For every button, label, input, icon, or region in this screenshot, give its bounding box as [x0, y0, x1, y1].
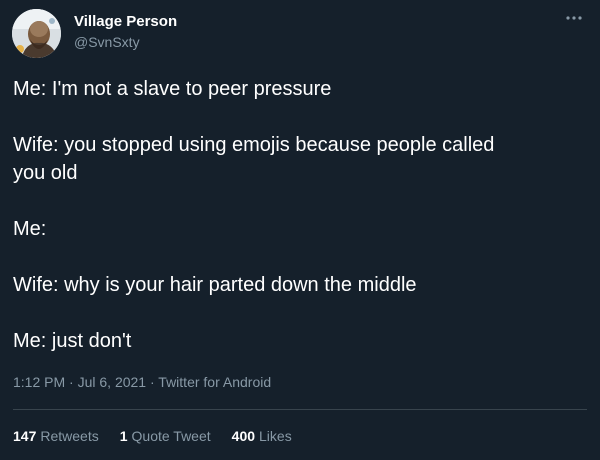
likes-count: 400	[231, 428, 256, 444]
tweet-text-line: Me: I'm not a slave to peer pressure	[13, 78, 332, 100]
tweet-source[interactable]: Twitter for Android	[158, 374, 271, 390]
quote-label: Quote Tweet	[131, 428, 211, 444]
tweet-time[interactable]: 1:12 PM	[13, 374, 65, 390]
user-handle[interactable]: @SvnSxty	[74, 34, 140, 50]
tweet-text-line: you old	[13, 162, 78, 184]
more-options-button[interactable]	[560, 8, 588, 28]
likes-stat[interactable]: 400 Likes	[232, 428, 292, 444]
tweet-text-line: Me:	[13, 218, 47, 240]
retweets-label: Retweets	[40, 428, 99, 444]
retweets-stat[interactable]: 147 Retweets	[13, 428, 99, 444]
display-name[interactable]: Village Person	[74, 13, 177, 30]
engagement-stats: 147 Retweets 1 Quote Tweet 400 Likes	[13, 428, 313, 444]
likes-label: Likes	[259, 428, 292, 444]
retweets-count: 147	[13, 428, 37, 444]
divider	[13, 409, 587, 410]
avatar-photo-icon	[12, 9, 61, 58]
tweet-text-line: Me: just don't	[13, 330, 132, 352]
quote-tweets-stat[interactable]: 1 Quote Tweet	[120, 428, 211, 444]
quote-count: 1	[119, 428, 128, 444]
tweet-text-line: Wife: why is your hair parted down the m…	[13, 274, 417, 296]
tweet-date[interactable]: Jul 6, 2021	[78, 374, 147, 390]
tweet-metadata: 1:12 PM · Jul 6, 2021 · Twitter for Andr…	[13, 374, 271, 390]
more-horizontal-icon	[566, 16, 582, 20]
avatar[interactable]	[12, 9, 61, 58]
tweet-card: Village Person @SvnSxty Me: I'm not a sl…	[0, 0, 600, 460]
meta-separator: ·	[69, 374, 78, 390]
tweet-text-line: Wife: you stopped using emojis because p…	[13, 134, 495, 156]
